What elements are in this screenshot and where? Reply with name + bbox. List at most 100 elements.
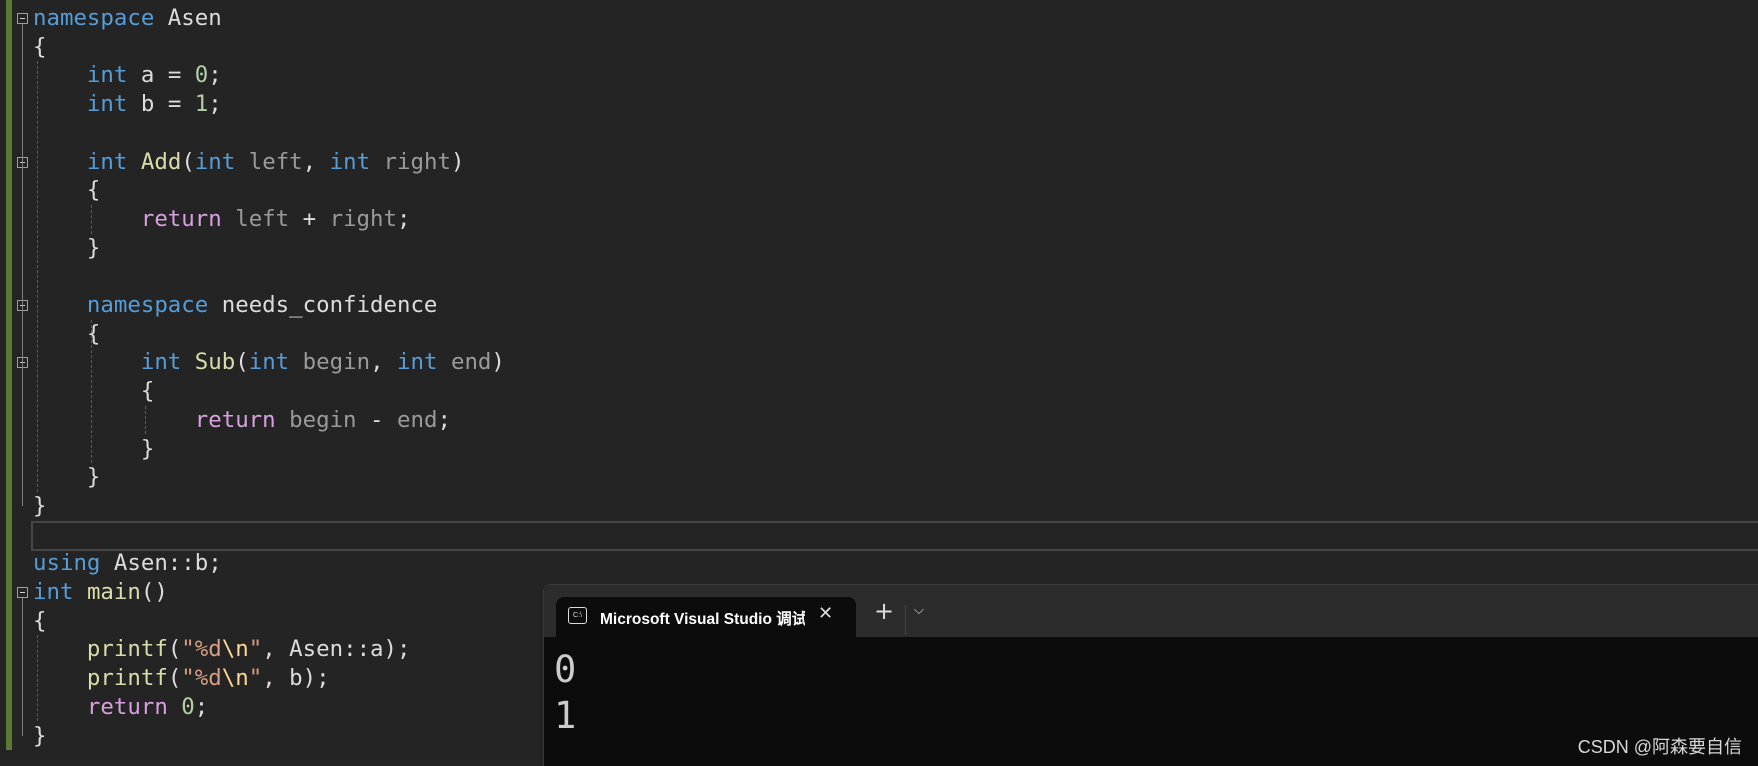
code-token-kw: int (194, 148, 236, 175)
code-token-kw: int (86, 148, 128, 175)
code-token-param: left (235, 148, 303, 175)
code-token-param: begin (289, 349, 371, 376)
close-tab-icon[interactable]: ✕ (818, 603, 833, 624)
code-token-fn: printf (86, 636, 168, 663)
code-token-str: " (248, 665, 263, 692)
code-token-id: , b); (262, 665, 330, 692)
code-token-id (33, 636, 87, 662)
code-token-id: () (140, 579, 168, 605)
code-token-id (33, 694, 87, 720)
code-token-id: needs_confidence (208, 292, 438, 318)
code-token-id: } (33, 492, 47, 519)
code-token-id (73, 579, 86, 605)
terminal-tab[interactable]: C:\ Microsoft Visual Studio 调试控制台 ✕ (556, 597, 856, 637)
console-icon: C:\ (568, 607, 587, 624)
code-token-id (168, 694, 181, 720)
code-line[interactable]: printf("%d\n", b); (33, 664, 330, 693)
indent-guide (144, 405, 146, 435)
code-token-str: "%d (181, 636, 222, 663)
code-token-id: , Asen::a); (262, 636, 411, 663)
code-token-id: } (33, 234, 101, 261)
code-line[interactable]: int Sub(int begin, int end) (33, 348, 505, 377)
code-line[interactable]: int b = 1; (33, 90, 222, 119)
current-line-highlight (31, 521, 1758, 551)
code-token-param: end (397, 406, 438, 433)
code-token-id: ( (235, 349, 249, 376)
code-token-id: ( (167, 665, 182, 692)
code-token-id: ; (208, 62, 222, 89)
code-line[interactable]: return 0; (33, 693, 208, 722)
indent-guide (37, 61, 38, 492)
code-token-id: { (33, 607, 47, 634)
code-line[interactable]: } (33, 463, 101, 492)
code-line[interactable]: { (33, 33, 46, 62)
fold-region-line (22, 167, 23, 248)
watermark: CSDN @阿森要自信 (1577, 737, 1742, 757)
code-line[interactable]: } (33, 492, 46, 521)
code-line[interactable]: { (33, 377, 155, 406)
code-token-kw: int (248, 349, 290, 376)
code-token-fn: Sub (194, 349, 236, 376)
code-token-fn: printf (86, 665, 168, 692)
code-line[interactable]: namespace Asen (33, 4, 222, 33)
code-line[interactable]: } (33, 234, 101, 263)
code-token-id (33, 149, 87, 175)
code-line[interactable]: } (33, 435, 155, 464)
code-token-id: } (33, 435, 155, 462)
code-token-id (33, 665, 87, 691)
code-token-id: ( (167, 636, 182, 663)
code-token-id: { (33, 177, 101, 204)
code-token-ctl: return (140, 205, 222, 232)
code-token-id: ) (450, 148, 465, 175)
code-line[interactable]: int main() (33, 578, 168, 607)
code-token-kw: int (329, 148, 371, 175)
code-line[interactable]: { (33, 176, 101, 205)
code-line[interactable]: int Add(int left, int right) (33, 148, 465, 177)
code-line[interactable]: printf("%d\n", Asen::a); (33, 635, 411, 664)
indent-guide (90, 319, 92, 464)
collapse-icon[interactable] (17, 13, 28, 24)
code-token-id: ( (181, 148, 195, 175)
fold-region-line (22, 598, 23, 736)
code-token-num: 0 (194, 62, 209, 89)
code-token-ctl: return (194, 406, 276, 433)
code-token-id: , (302, 148, 330, 175)
code-line[interactable]: return begin - end; (33, 406, 451, 435)
code-token-id (33, 206, 141, 232)
terminal-tab-bar: C:\ Microsoft Visual Studio 调试控制台 ✕ + ⌵ (544, 585, 1758, 637)
code-token-fn: main (86, 579, 141, 605)
new-tab-button[interactable]: + (874, 597, 894, 625)
code-token-id (33, 292, 87, 318)
code-line[interactable]: { (33, 607, 46, 636)
code-token-id (33, 349, 141, 375)
collapse-icon[interactable] (17, 587, 28, 598)
code-line[interactable]: return left + right; (33, 205, 411, 234)
output-line: 1 (554, 694, 577, 737)
code-token-kw: int (86, 91, 128, 118)
code-token-num: 0 (181, 693, 195, 720)
code-token-kw: int (140, 349, 182, 376)
code-token-fn: Add (140, 148, 182, 175)
code-token-id: + (289, 205, 330, 232)
terminal-window[interactable]: C:\ Microsoft Visual Studio 调试控制台 ✕ + ⌵ … (543, 584, 1758, 766)
code-line[interactable]: namespace needs_confidence (33, 291, 438, 320)
code-token-id: } (33, 722, 47, 749)
indent-guide (37, 635, 38, 722)
code-token-kw: int (86, 62, 128, 89)
code-token-param: right (329, 205, 397, 232)
code-token-id: Asen (154, 5, 222, 31)
code-token-id: ) (491, 349, 505, 376)
indent-guide (90, 204, 92, 234)
chevron-down-icon[interactable]: ⌵ (914, 603, 924, 618)
code-line[interactable]: } (33, 722, 46, 751)
code-token-esc: \n (221, 665, 249, 692)
output-line: 0 (554, 648, 577, 691)
code-token-esc: \n (221, 636, 249, 663)
change-tracking-bar (6, 0, 12, 750)
code-line[interactable]: using Asen::b; (33, 549, 222, 578)
code-token-id: } (33, 464, 101, 491)
code-token-ctl: return (86, 693, 168, 720)
code-token-str: "%d (181, 665, 222, 692)
code-line[interactable]: int a = 0; (33, 61, 222, 90)
code-token-param: begin (275, 406, 357, 433)
